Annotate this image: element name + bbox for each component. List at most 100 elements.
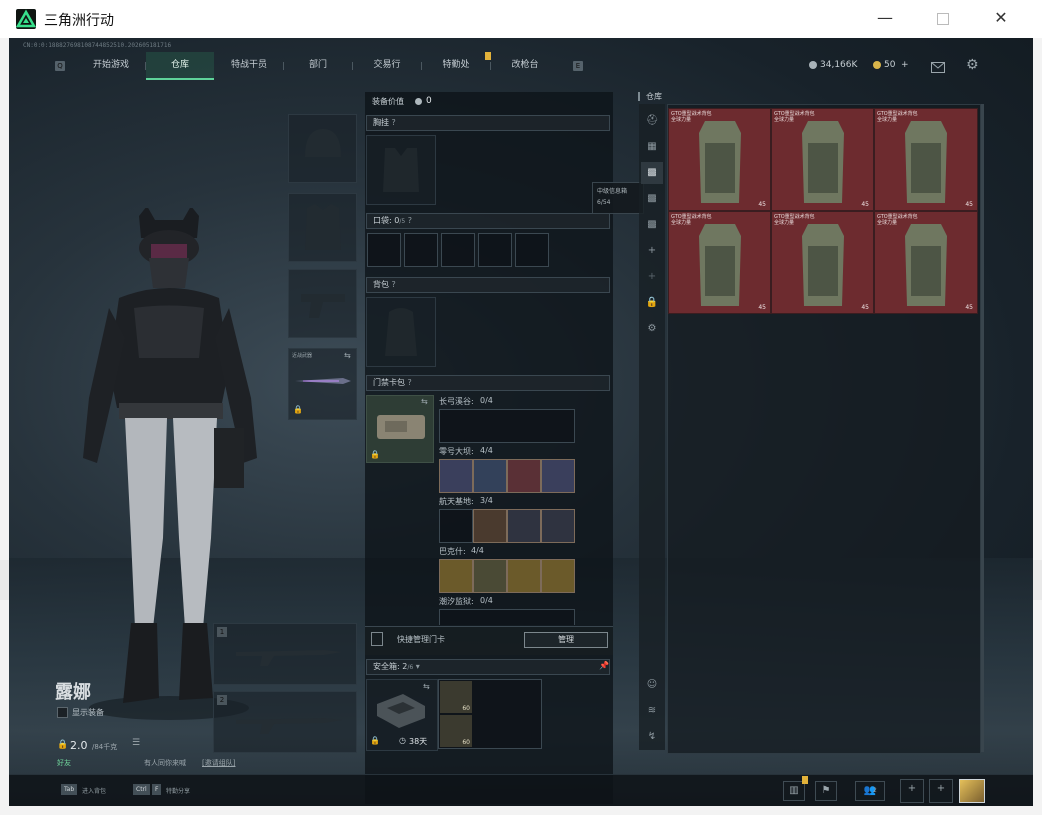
keycard-item[interactable] — [507, 509, 541, 543]
tab-trading[interactable]: 交易行 — [353, 52, 421, 78]
swap-icon[interactable]: ⇆ — [421, 397, 428, 406]
plus-icon[interactable]: + — [641, 266, 663, 288]
swap-icon[interactable]: ⇆ — [423, 682, 430, 691]
pocket-cell[interactable] — [441, 233, 475, 267]
armor-slot[interactable] — [288, 193, 357, 262]
mail-icon[interactable] — [931, 58, 945, 77]
keycard-row-grid[interactable] — [439, 409, 575, 443]
gear-icon[interactable]: ⚙ — [641, 318, 663, 340]
qr-icon[interactable]: ▩ — [641, 162, 663, 184]
lock-icon: 🔒 — [370, 450, 380, 459]
pocket-unit: /5 — [399, 218, 406, 225]
list-icon[interactable]: ☰ — [132, 738, 140, 748]
keycard-item[interactable] — [473, 559, 507, 593]
helmet-icon[interactable]: ⛑ — [641, 110, 663, 132]
add-ticket-button[interactable]: + — [901, 60, 909, 70]
close-icon[interactable]: ✕ — [978, 0, 1024, 38]
show-equipment-checkbox[interactable] — [57, 707, 68, 718]
tab-special-ops[interactable]: 特勤处 — [422, 52, 490, 78]
keycard-row-count: 3/4 — [480, 496, 493, 505]
keycard-item[interactable] — [473, 509, 507, 543]
safebox-item[interactable]: 60 — [440, 681, 472, 713]
invite-link[interactable]: [邀请组队] — [202, 758, 235, 768]
keycard-row-grid[interactable] — [439, 609, 575, 625]
crate-item[interactable]: GTO重型战术背包 全球力量 45 — [771, 108, 874, 211]
keycard-row-name: 潮汐监狱: — [439, 597, 474, 606]
add-squad-slot-button[interactable]: + — [900, 779, 924, 803]
f-key[interactable]: F — [152, 784, 162, 795]
stats-icon[interactable]: ▥ — [783, 781, 805, 801]
layers-icon[interactable]: ≋ — [641, 700, 663, 722]
pocket-cell[interactable] — [515, 233, 549, 267]
crate-item[interactable]: GTO重型战术背包 全球力量 45 — [771, 211, 874, 314]
pocket-cell[interactable] — [478, 233, 512, 267]
keycard-row-grid[interactable] — [439, 559, 575, 593]
flag-icon[interactable]: ⚑ — [815, 781, 837, 801]
keycard-item[interactable] — [541, 459, 575, 493]
backpack-slot[interactable] — [366, 297, 436, 367]
tool-icon[interactable]: ↯ — [641, 726, 663, 748]
warehouse-scrollbar[interactable] — [981, 104, 984, 752]
settings-gear-icon[interactable]: ⚙ — [966, 57, 979, 73]
keycard-item[interactable] — [473, 459, 507, 493]
safebox-header: 安全箱: 2/6 ▾ — [366, 659, 610, 675]
slot-number-badge: 1 — [217, 627, 227, 637]
safebox-grid[interactable]: 60 60 — [438, 679, 542, 749]
tab-warehouse[interactable]: 仓库 — [146, 52, 214, 80]
keycard-empty-cell[interactable] — [439, 509, 473, 543]
tab-start-game[interactable]: 开始游戏 — [77, 52, 145, 78]
pocket-cell[interactable] — [367, 233, 401, 267]
next-tab-key[interactable]: E — [573, 61, 583, 71]
plus-icon[interactable]: + — [641, 240, 663, 262]
person-icon[interactable]: ☺ — [641, 674, 663, 696]
player-avatar[interactable] — [959, 779, 985, 803]
crate-item[interactable]: GTO重型战术背包 全球力量 45 — [874, 211, 978, 314]
crate-item[interactable]: GTO重型战术背包 全球力量 45 — [668, 211, 771, 314]
pin-icon[interactable]: 📌 — [599, 661, 609, 670]
qr-icon[interactable]: ▩ — [641, 188, 663, 210]
qr-icon[interactable]: ▩ — [641, 214, 663, 236]
ctrl-key[interactable]: Ctrl — [133, 784, 150, 795]
tab-key[interactable]: Tab — [61, 784, 78, 795]
crate-count: 45 — [758, 201, 766, 208]
keycard-item[interactable] — [439, 459, 473, 493]
pocket-cell[interactable] — [404, 233, 438, 267]
chest-rig-slot[interactable] — [366, 135, 436, 205]
tab-gunsmith[interactable]: 改枪台 — [491, 52, 559, 78]
armor-icon[interactable]: ▦ — [641, 136, 663, 158]
add-squad-slot-button[interactable]: + — [929, 779, 953, 803]
manage-button[interactable]: 管理 — [524, 632, 608, 648]
safebox-item-value: 60 — [462, 705, 470, 712]
keycard-row-grid[interactable] — [439, 509, 575, 543]
character-name: 露娜 — [55, 682, 91, 703]
keycard-item[interactable] — [541, 509, 575, 543]
invite-prefix: 好友 — [57, 759, 71, 767]
safebox-slot[interactable]: ⇆ 🔒 ◷ 38天 — [366, 679, 438, 751]
keycard-row-grid[interactable] — [439, 459, 575, 493]
keycard-item[interactable] — [507, 559, 541, 593]
tooltip-count: 6/54 — [597, 199, 611, 206]
friends-icon[interactable]: 👥 — [855, 781, 885, 801]
lock-icon[interactable]: 🔒 — [641, 292, 663, 314]
background-page-edge — [1033, 560, 1042, 600]
crate-item[interactable]: GTO重型战术背包 全球力量 45 — [668, 108, 771, 211]
swap-icon[interactable]: ⇆ — [344, 351, 351, 360]
keycard-item[interactable] — [541, 559, 575, 593]
keycard-holder-slot[interactable]: ⇆ 🔒 — [366, 395, 434, 463]
coin-icon — [809, 61, 817, 69]
safebox-item[interactable]: 60 — [440, 715, 472, 747]
keycard-item[interactable] — [439, 559, 473, 593]
tab-department[interactable]: 部门 — [284, 52, 352, 78]
primary-weapon-slot[interactable]: 1 — [213, 623, 357, 685]
pistol-slot[interactable] — [288, 269, 357, 338]
melee-slot[interactable]: 近战武器 ⇆ 🔒 — [288, 348, 357, 420]
helmet-slot[interactable] — [288, 114, 357, 183]
tab-operators[interactable]: 特战干员 — [215, 52, 283, 78]
maximize-icon[interactable] — [920, 0, 966, 38]
secondary-weapon-slot[interactable]: 2 — [213, 691, 357, 753]
keycard-item[interactable] — [507, 459, 541, 493]
keycard-manage-icon — [371, 632, 383, 646]
crate-item[interactable]: GTO重型战术背包 全球力量 45 — [874, 108, 978, 211]
prev-tab-key[interactable]: Q — [55, 61, 65, 71]
minimize-icon[interactable]: — — [862, 0, 908, 38]
